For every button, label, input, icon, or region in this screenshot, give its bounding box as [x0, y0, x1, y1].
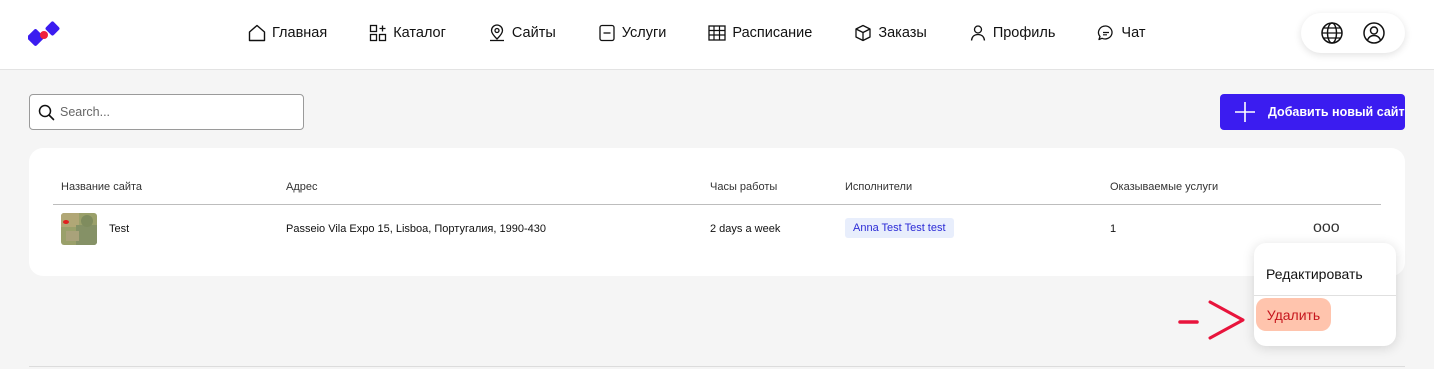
box-icon: [855, 24, 871, 42]
plus-icon: [1235, 102, 1255, 122]
row-more-button[interactable]: ooo: [1313, 220, 1340, 236]
column-header-performers: Исполнители: [845, 181, 913, 193]
nav-orders[interactable]: Заказы: [853, 22, 927, 44]
services-count: 1: [1110, 223, 1117, 235]
main-nav: Главная Каталог Сайты Услуги Расписание …: [247, 22, 1145, 44]
globe-icon[interactable]: [1320, 21, 1344, 45]
menu-delete-item[interactable]: Удалить: [1256, 298, 1331, 331]
nav-chat-label: Чат: [1121, 25, 1146, 41]
search-input[interactable]: [60, 105, 295, 119]
nav-profile-label: Профиль: [992, 25, 1056, 41]
table-header-divider: [53, 204, 1381, 205]
nav-sites[interactable]: Сайты: [487, 22, 556, 44]
services-icon: [599, 24, 615, 42]
calendar-grid-icon: [708, 25, 727, 41]
nav-home[interactable]: Главная: [247, 22, 327, 44]
sites-table-card: Название сайта Адрес Часы работы Исполни…: [29, 148, 1405, 276]
annotation-arrow-icon: [1178, 300, 1245, 340]
menu-edit-item[interactable]: Редактировать: [1266, 266, 1363, 282]
menu-divider: [1254, 295, 1396, 296]
site-thumbnail: [61, 213, 97, 245]
account-icon[interactable]: [1362, 21, 1386, 45]
catalog-icon: [370, 24, 387, 42]
logo-icon[interactable]: [28, 20, 62, 46]
nav-services-label: Услуги: [621, 25, 667, 41]
site-address: Passeio Vila Expo 15, Lisboa, Португалия…: [286, 223, 546, 235]
add-site-label: Добавить новый сайт: [1268, 105, 1405, 119]
nav-sites-label: Сайты: [511, 25, 556, 41]
nav-catalog-label: Каталог: [393, 25, 446, 41]
top-header: Главная Каталог Сайты Услуги Расписание …: [0, 0, 1434, 70]
row-context-menu: Редактировать Удалить: [1254, 243, 1396, 346]
location-pin-icon: [489, 24, 504, 42]
site-hours: 2 days a week: [710, 223, 781, 235]
performer-tag[interactable]: Anna Test Test test: [845, 218, 954, 238]
nav-orders-label: Заказы: [878, 25, 927, 41]
nav-profile[interactable]: Профиль: [968, 22, 1056, 44]
column-header-services: Оказываемые услуги: [1110, 181, 1219, 193]
user-icon: [970, 25, 985, 41]
search-icon: [38, 104, 55, 120]
nav-services[interactable]: Услуги: [597, 22, 667, 44]
add-site-button[interactable]: Добавить новый сайт: [1220, 94, 1405, 130]
nav-schedule[interactable]: Расписание: [707, 22, 812, 44]
home-icon: [248, 24, 266, 42]
site-name: Test: [109, 223, 130, 235]
column-header-address: Адрес: [286, 181, 318, 193]
chat-icon: [1098, 25, 1114, 41]
search-box[interactable]: [29, 94, 304, 130]
nav-catalog[interactable]: Каталог: [368, 22, 446, 44]
nav-chat[interactable]: Чат: [1096, 22, 1145, 44]
nav-home-label: Главная: [272, 25, 328, 41]
header-actions: [1301, 13, 1405, 53]
column-header-name: Название сайта: [61, 181, 143, 193]
page-divider: [29, 366, 1405, 367]
column-header-hours: Часы работы: [710, 181, 778, 193]
nav-schedule-label: Расписание: [732, 25, 813, 41]
